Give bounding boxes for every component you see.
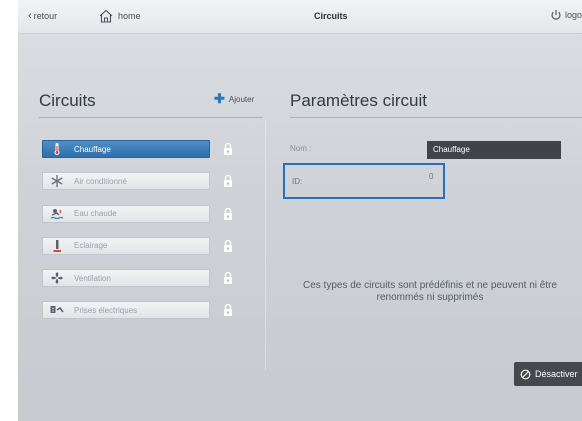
id-highlight-box [283, 163, 445, 199]
lock-icon [222, 142, 234, 156]
circuit-label: Ventilation [74, 273, 111, 283]
lock-icon [222, 303, 234, 317]
circuit-button[interactable]: Eau chaude [42, 204, 210, 223]
fan-icon [46, 270, 68, 286]
logout-button[interactable]: logout [550, 9, 582, 21]
lock-icon [222, 239, 234, 253]
lock-icon [222, 271, 234, 285]
thermometer-icon [46, 141, 68, 157]
prohibited-icon [520, 369, 531, 379]
name-field[interactable]: Chauffage [427, 141, 561, 159]
circuit-item-prises-electriques[interactable]: Prises électriques [42, 301, 250, 320]
power-plug-icon [46, 302, 68, 318]
parameters-title: Paramètres circuit [290, 91, 427, 110]
chevron-left-icon: ‹ [28, 10, 32, 22]
home-label: home [118, 11, 141, 21]
deactivate-label: Désactiver [535, 369, 578, 379]
deactivate-button[interactable]: Désactiver [514, 362, 582, 386]
circuit-label: Prises électriques [74, 305, 138, 315]
snowflake-icon [46, 173, 68, 189]
id-value: 0 [429, 172, 434, 181]
circuit-button[interactable]: Chauffage [42, 140, 210, 158]
lock-icon [222, 174, 234, 188]
circuit-item-eau-chaude[interactable]: Eau chaude [42, 204, 250, 223]
back-label: retour [33, 11, 58, 21]
circuit-list: Chauffage Air conditionné Eau chaude Ecl… [42, 140, 250, 334]
circuits-title: Circuits [39, 91, 96, 110]
circuit-label: Eau chaude [74, 209, 117, 219]
divider-right [290, 117, 582, 118]
circuit-item-ventilation[interactable]: Ventilation [42, 269, 250, 288]
logout-label: logout [565, 10, 582, 20]
app-frame: ‹retour home Circuits logout Circuits ✚ … [18, 0, 582, 421]
circuit-item-chauffage[interactable]: Chauffage [42, 140, 250, 158]
lock-icon [222, 207, 234, 221]
home-button[interactable]: home [98, 8, 141, 24]
circuit-button[interactable]: Air conditionné [42, 172, 210, 191]
circuit-label: Air conditionné [74, 176, 127, 186]
add-circuit-button[interactable]: ✚ Ajouter [214, 91, 255, 106]
plus-icon: ✚ [214, 91, 225, 106]
power-icon [551, 10, 561, 20]
lamp-icon [46, 238, 68, 254]
circuit-label: Chauffage [74, 144, 111, 154]
circuit-item-eclairage[interactable]: Eclairage [42, 236, 250, 255]
home-icon [99, 9, 113, 23]
top-bar: ‹retour home Circuits logout [18, 0, 582, 34]
info-message: Ces types de circuits sont prédéfinis et… [302, 280, 558, 303]
circuit-button[interactable]: Prises électriques [42, 301, 210, 320]
column-divider [265, 120, 266, 370]
name-label: Nom : [290, 144, 312, 153]
circuit-button[interactable]: Ventilation [42, 269, 210, 288]
circuit-button[interactable]: Eclairage [42, 236, 210, 255]
add-label: Ajouter [228, 94, 255, 104]
divider-left [39, 117, 263, 118]
page-title: Circuits [314, 11, 348, 21]
circuit-label: Eclairage [74, 241, 108, 251]
id-label: ID: [292, 177, 303, 186]
water-heater-icon [46, 206, 68, 222]
back-button[interactable]: ‹ retour [28, 10, 58, 22]
circuit-item-air-conditionne[interactable]: Air conditionné [42, 172, 250, 191]
